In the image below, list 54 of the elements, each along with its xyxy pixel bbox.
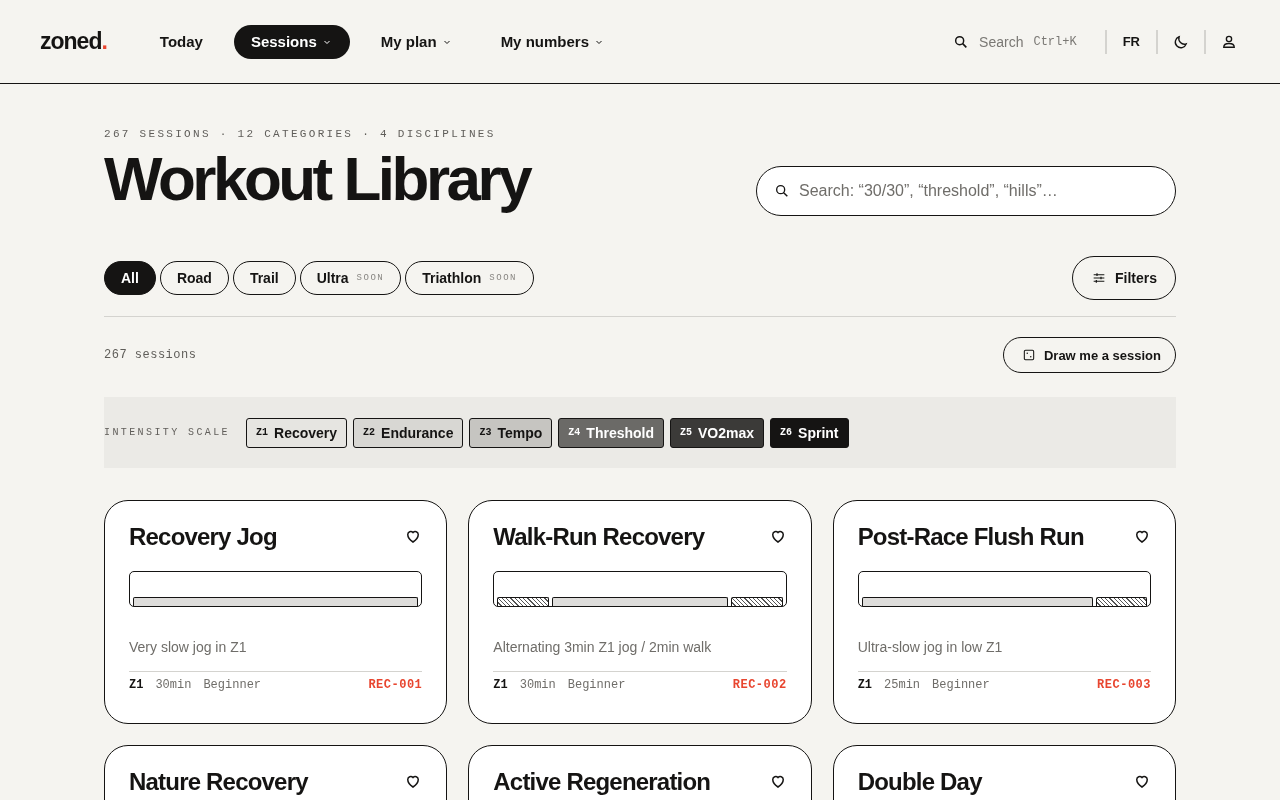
workout-card[interactable]: Walk-Run Recovery Alternating 3min Z1 jog / 2min walk Z1 30min Beginner REC-002 bbox=[468, 500, 812, 724]
workout-title: Post-Race Flush Run bbox=[857, 523, 1084, 551]
language-button[interactable]: FR bbox=[1118, 34, 1144, 49]
zone-chip: Z2 Endurance bbox=[353, 417, 464, 448]
workout-title: Active Regeneration bbox=[493, 768, 711, 796]
nav-tab[interactable]: My numbers bbox=[483, 24, 622, 59]
nav-tab[interactable]: My plan bbox=[363, 24, 470, 59]
zone-label: Z1 bbox=[493, 678, 508, 692]
workout-description: Very slow jog in Z1 bbox=[129, 639, 423, 672]
workout-code: REC-002 bbox=[732, 678, 787, 692]
logo-dot: . bbox=[101, 28, 107, 55]
logo-text[interactable]: zoned bbox=[40, 28, 102, 55]
difficulty-label: Beginner bbox=[203, 678, 262, 692]
page-title: Workout Library bbox=[104, 146, 530, 212]
zone-chip: Z4 Threshold bbox=[558, 417, 664, 448]
workout-title: Walk-Run Recovery bbox=[493, 523, 705, 551]
workout-code: REC-001 bbox=[368, 678, 423, 692]
workout-title: Recovery Jog bbox=[129, 523, 277, 551]
duration-label: 30min bbox=[519, 678, 556, 692]
zone-chip: Z5 VO2max bbox=[670, 417, 765, 448]
workout-card[interactable]: Double Day bbox=[832, 745, 1176, 800]
duration-label: 30min bbox=[155, 678, 192, 692]
library-stats: 267 SESSIONS · 12 CATEGORIES · 4 DISCIPLINES bbox=[104, 128, 497, 140]
search-button[interactable]: Search Ctrl+K bbox=[953, 33, 1093, 50]
search-field[interactable]: Search: “30/30”, “threshold”, “hills”… bbox=[756, 166, 1176, 216]
zone-label: Z1 bbox=[857, 678, 873, 692]
hatched-segment bbox=[497, 597, 549, 606]
workout-card[interactable]: Active Regeneration bbox=[468, 745, 812, 800]
workout-card[interactable]: Post-Race Flush Run Ultra-slow jog in low Z1 Z1 25min Beginner REC-003 bbox=[832, 500, 1176, 724]
workout-description: Ultra-slow jog in low Z1 bbox=[857, 639, 1151, 672]
scale-label: INTENSITY SCALE bbox=[104, 427, 230, 438]
discipline-tab[interactable]: All bbox=[104, 261, 156, 295]
difficulty-label: Beginner bbox=[567, 678, 626, 692]
workout-title: Nature Recovery bbox=[129, 768, 308, 796]
difficulty-label: Beginner bbox=[932, 678, 990, 692]
dice-icon bbox=[1021, 348, 1036, 362]
hatched-segment bbox=[1095, 597, 1147, 606]
zone-chip: Z3 Tempo bbox=[469, 417, 553, 448]
search-icon bbox=[774, 183, 790, 199]
nav-tab[interactable]: Sessions bbox=[233, 24, 350, 59]
session-count: 267 sessions bbox=[104, 348, 197, 362]
search-icon bbox=[953, 33, 970, 50]
duration-label: 25min bbox=[884, 678, 921, 692]
hatched-segment bbox=[731, 597, 783, 606]
workout-card[interactable]: Nature Recovery bbox=[104, 745, 448, 800]
workout-title: Double Day bbox=[857, 768, 982, 796]
workout-description: Alternating 3min Z1 jog / 2min walk bbox=[493, 639, 787, 672]
nav-tab[interactable]: Today bbox=[142, 24, 220, 59]
zone-label: Z1 bbox=[129, 678, 144, 692]
zone-chip: Z6 Sprint bbox=[770, 417, 849, 448]
workout-card[interactable]: Recovery Jog Very slow jog in Z1 Z1 30min Beginner REC-001 bbox=[104, 500, 448, 724]
workout-code: REC-003 bbox=[1097, 678, 1151, 692]
sliders-icon bbox=[1091, 270, 1107, 286]
zone-chip: Z1 Recovery bbox=[246, 417, 348, 448]
